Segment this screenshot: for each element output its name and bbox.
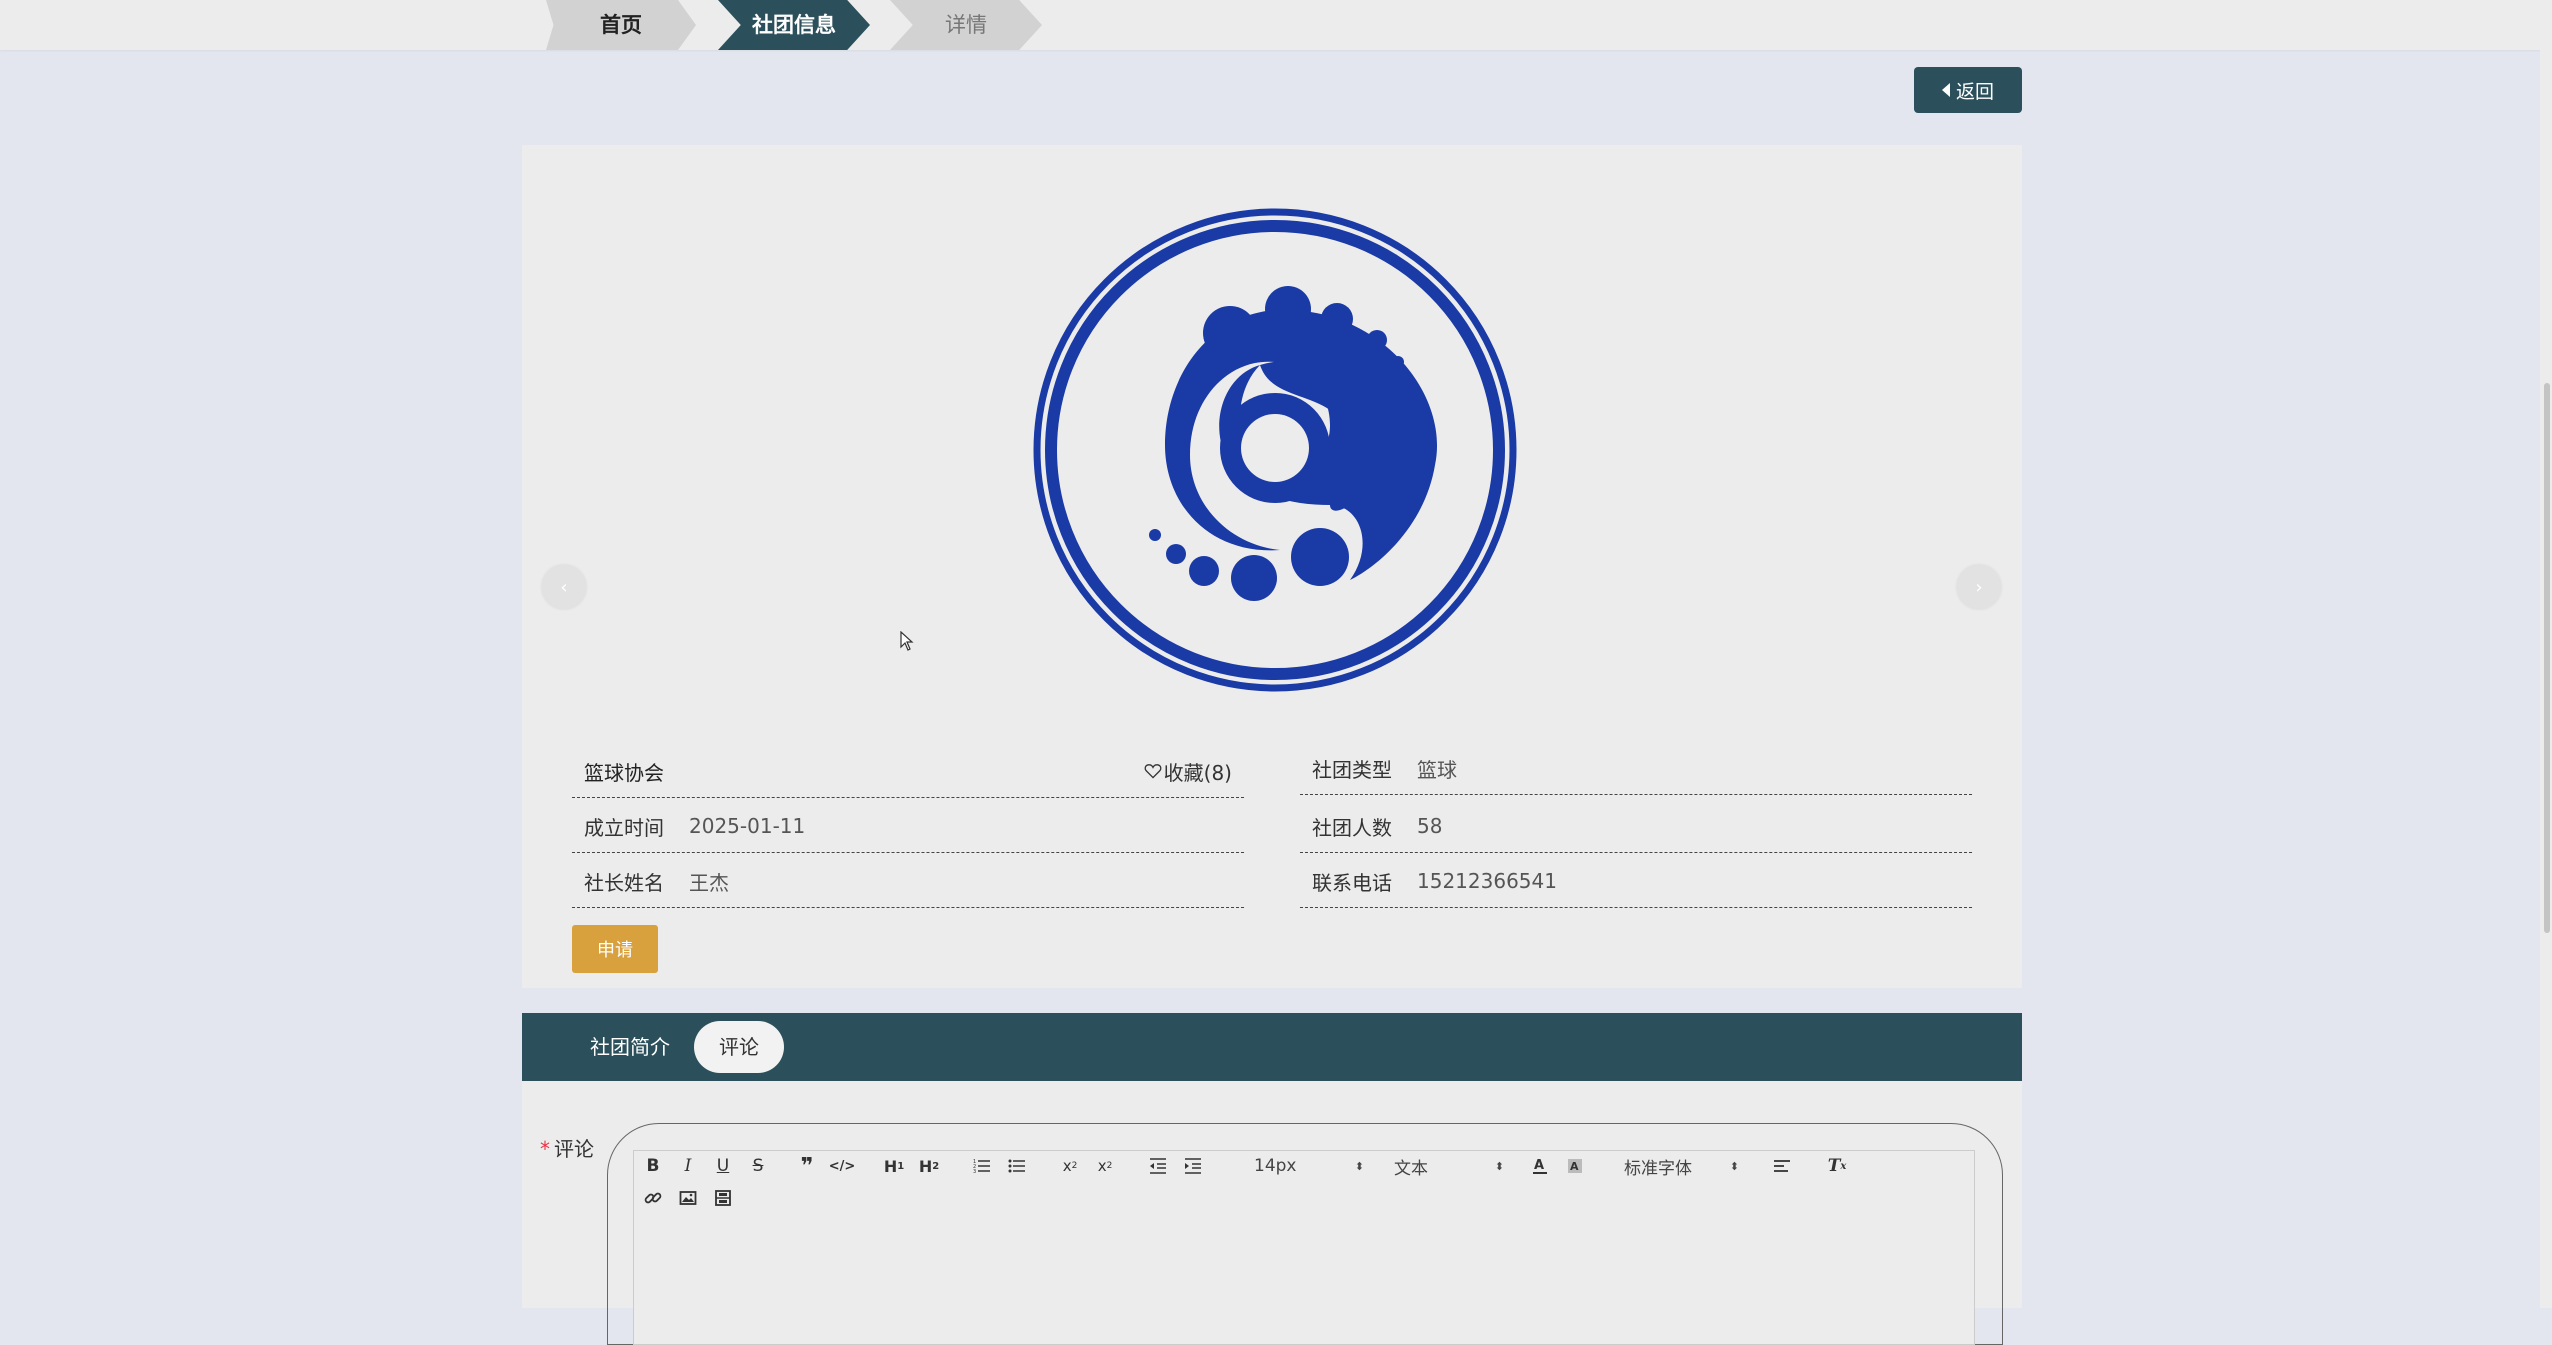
members-label: 社团人数 <box>1312 815 1392 840</box>
bullet-list-icon[interactable] <box>1004 1153 1030 1179</box>
breadcrumb-club-info[interactable]: 社团信息 <box>718 0 870 50</box>
comment-section: * 评论 B I U S ❞ </> H1 H2 123 x2 x2 14px … <box>522 1081 2022 1345</box>
members-value: 58 <box>1417 814 1443 838</box>
chevron-right-icon: › <box>1975 576 1983 598</box>
breadcrumb-detail: 详情 <box>890 0 1042 50</box>
font-color-icon[interactable]: A <box>1527 1153 1553 1179</box>
phone-label: 联系电话 <box>1312 870 1392 895</box>
heart-icon <box>1144 764 1162 779</box>
align-icon[interactable] <box>1769 1153 1795 1179</box>
chevron-left-icon: ‹ <box>560 576 568 598</box>
bold-icon[interactable]: B <box>640 1153 666 1179</box>
clear-format-icon[interactable]: Tx <box>1824 1153 1850 1179</box>
founded-row: 成立时间 2025-01-11 <box>572 800 1244 853</box>
detail-tabs: 社团简介 评论 <box>522 1013 2022 1081</box>
strikethrough-icon[interactable]: S <box>745 1153 771 1179</box>
type-row: 社团类型 篮球 <box>1300 742 1972 795</box>
favorite-button[interactable]: 收藏(8) <box>1144 757 1232 786</box>
subscript-icon[interactable]: x2 <box>1057 1153 1083 1179</box>
underline-icon[interactable]: U <box>710 1153 736 1179</box>
indent-icon[interactable] <box>1180 1153 1206 1179</box>
president-value: 王杰 <box>689 870 729 895</box>
font-family-value: 标准字体 <box>1624 1158 1692 1179</box>
required-mark: * <box>540 1137 550 1161</box>
font-size-select[interactable]: 14px ⬍ <box>1254 1153 1364 1179</box>
blockquote-icon[interactable]: ❞ <box>794 1153 820 1179</box>
club-name: 篮球协会 <box>584 760 664 785</box>
type-value: 篮球 <box>1417 757 1457 782</box>
founded-value: 2025-01-11 <box>689 814 806 838</box>
apply-button[interactable]: 申请 <box>572 925 658 973</box>
phone-row: 联系电话 15212366541 <box>1300 855 1972 908</box>
page-scrollbar-thumb[interactable] <box>2544 383 2550 933</box>
italic-icon[interactable]: I <box>675 1153 701 1179</box>
mouse-cursor-icon <box>900 630 914 655</box>
comment-editor-input[interactable] <box>633 1224 1975 1345</box>
heading1-icon[interactable]: H1 <box>881 1153 907 1179</box>
president-row: 社长姓名 王杰 <box>572 855 1244 908</box>
select-caret-icon: ⬍ <box>1354 1159 1364 1173</box>
font-family-select[interactable]: 标准字体 ⬍ <box>1624 1153 1739 1179</box>
breadcrumb: 首页 社团信息 详情 <box>0 0 2552 50</box>
members-row: 社团人数 58 <box>1300 800 1972 853</box>
breadcrumb-home[interactable]: 首页 <box>546 0 696 50</box>
superscript-icon[interactable]: x2 <box>1092 1153 1118 1179</box>
tab-club-intro[interactable]: 社团简介 <box>560 1021 700 1073</box>
caret-left-icon <box>1941 83 1950 97</box>
heading2-icon[interactable]: H2 <box>916 1153 942 1179</box>
tab-comments[interactable]: 评论 <box>694 1021 784 1073</box>
svg-text:3: 3 <box>973 1169 976 1175</box>
image-icon[interactable] <box>675 1185 701 1211</box>
heading-select[interactable]: 文本 ⬍ <box>1394 1153 1504 1179</box>
select-caret-icon: ⬍ <box>1494 1159 1504 1173</box>
editor-toolbar: B I U S ❞ </> H1 H2 123 x2 x2 14px ⬍ 文本 … <box>633 1150 1975 1226</box>
font-size-value: 14px <box>1254 1156 1297 1176</box>
club-name-row: 篮球协会 收藏(8) <box>572 745 1244 798</box>
carousel-next-button[interactable]: › <box>1957 565 2001 609</box>
comment-label: * 评论 <box>540 1133 594 1162</box>
select-caret-icon: ⬍ <box>1729 1159 1739 1173</box>
svg-text:A: A <box>1534 1158 1544 1173</box>
comment-editor: B I U S ❞ </> H1 H2 123 x2 x2 14px ⬍ 文本 … <box>607 1123 2003 1345</box>
type-label: 社团类型 <box>1312 757 1392 782</box>
carousel-prev-button[interactable]: ‹ <box>542 565 586 609</box>
founded-label: 成立时间 <box>584 815 664 840</box>
link-icon[interactable] <box>640 1185 666 1211</box>
heading-value: 文本 <box>1394 1158 1428 1179</box>
back-button[interactable]: 返回 <box>1914 67 2022 113</box>
club-info-card: ‹ › 篮球协会 收藏(8) 成立时间 2025-01-11 社长姓名 王杰 社… <box>522 145 2022 988</box>
ordered-list-icon[interactable]: 123 <box>969 1153 995 1179</box>
favorite-label: 收藏(8) <box>1163 760 1232 785</box>
back-button-label: 返回 <box>1955 80 1994 103</box>
phone-value: 15212366541 <box>1417 869 1557 893</box>
background-color-icon[interactable]: A <box>1562 1153 1588 1179</box>
club-logo-image <box>1030 205 1520 695</box>
svg-text:A: A <box>1570 1160 1579 1173</box>
outdent-icon[interactable] <box>1145 1153 1171 1179</box>
video-icon[interactable] <box>710 1185 736 1211</box>
president-label: 社长姓名 <box>584 870 664 895</box>
code-block-icon[interactable]: </> <box>829 1153 856 1179</box>
comment-label-text: 评论 <box>554 1137 594 1161</box>
